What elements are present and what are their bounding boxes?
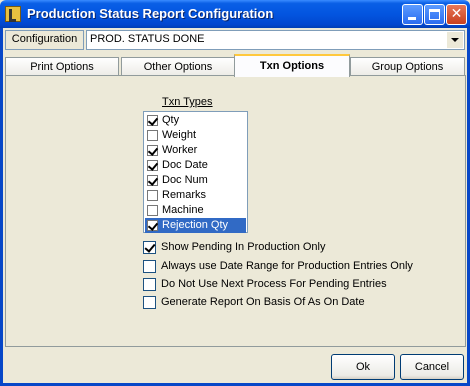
list-item-label: Doc Num bbox=[162, 174, 208, 186]
list-item-doc-num[interactable]: Doc Num bbox=[145, 173, 246, 188]
tab-strip: Print Options Other Options Txn Options … bbox=[5, 54, 465, 77]
window-title: Production Status Report Configuration bbox=[27, 6, 274, 21]
list-item-doc-date[interactable]: Doc Date bbox=[145, 158, 246, 173]
checkbox[interactable] bbox=[147, 205, 158, 216]
option-label: Always use Date Range for Production Ent… bbox=[161, 260, 413, 272]
checkbox[interactable] bbox=[147, 145, 158, 156]
configuration-value: PROD. STATUS DONE bbox=[90, 33, 205, 45]
tab-group-options[interactable]: Group Options bbox=[350, 57, 465, 76]
maximize-button[interactable] bbox=[424, 4, 445, 25]
tab-other-options[interactable]: Other Options bbox=[121, 57, 235, 76]
txn-types-heading: Txn Types bbox=[162, 96, 213, 108]
checkbox[interactable] bbox=[143, 296, 156, 309]
date-range-checkbox[interactable]: Always use Date Range for Production Ent… bbox=[143, 259, 413, 274]
ok-button[interactable]: Ok bbox=[331, 354, 395, 380]
minimize-icon bbox=[408, 17, 416, 20]
no-next-process-checkbox[interactable]: Do Not Use Next Process For Pending Entr… bbox=[143, 277, 393, 292]
txn-types-list[interactable]: Qty Weight Worker Doc Date Doc Num Remar… bbox=[143, 111, 248, 233]
minimize-button[interactable] bbox=[402, 4, 423, 25]
maximize-icon bbox=[429, 9, 440, 20]
cancel-button[interactable]: Cancel bbox=[400, 354, 464, 380]
checkbox[interactable] bbox=[147, 190, 158, 201]
checkbox[interactable] bbox=[143, 241, 156, 254]
option-label: Show Pending In Production Only bbox=[161, 241, 326, 253]
tab-print-options[interactable]: Print Options bbox=[5, 57, 119, 76]
list-item-weight[interactable]: Weight bbox=[145, 128, 246, 143]
list-item-label: Worker bbox=[162, 144, 198, 156]
list-item-qty[interactable]: Qty bbox=[145, 113, 246, 128]
list-item-label: Remarks bbox=[162, 189, 207, 201]
option-label: Generate Report On Basis Of As On Date bbox=[161, 296, 365, 308]
checkbox[interactable] bbox=[143, 260, 156, 273]
show-pending-checkbox[interactable]: Show Pending In Production Only bbox=[143, 240, 343, 255]
configuration-label: Configuration bbox=[5, 30, 84, 50]
configuration-dropdown[interactable]: PROD. STATUS DONE bbox=[86, 30, 465, 50]
list-item-machine[interactable]: Machine bbox=[145, 203, 246, 218]
list-item-label: Weight bbox=[162, 129, 197, 141]
list-item-remarks[interactable]: Remarks bbox=[145, 188, 246, 203]
window-frame-left bbox=[0, 28, 3, 386]
as-on-date-checkbox[interactable]: Generate Report On Basis Of As On Date bbox=[143, 295, 373, 310]
list-item-label: Rejection Qty bbox=[162, 219, 229, 231]
tab-txn-options[interactable]: Txn Options bbox=[234, 54, 350, 77]
list-item-label: Qty bbox=[162, 114, 180, 126]
close-button[interactable]: ✕ bbox=[446, 4, 467, 25]
checkbox[interactable] bbox=[147, 220, 158, 231]
option-label: Do Not Use Next Process For Pending Entr… bbox=[161, 278, 387, 290]
checkbox[interactable] bbox=[147, 160, 158, 171]
list-item-worker[interactable]: Worker bbox=[145, 143, 246, 158]
list-item-rejection-qty[interactable]: Rejection Qty bbox=[145, 218, 246, 233]
checkbox[interactable] bbox=[147, 130, 158, 141]
list-item-label: Machine bbox=[162, 204, 204, 216]
app-icon bbox=[5, 6, 21, 22]
title-bar[interactable]: Production Status Report Configuration ✕ bbox=[0, 0, 470, 28]
chevron-down-icon[interactable] bbox=[447, 32, 463, 48]
checkbox[interactable] bbox=[147, 175, 158, 186]
list-item-label: Doc Date bbox=[162, 159, 208, 171]
close-icon: ✕ bbox=[450, 6, 463, 22]
checkbox[interactable] bbox=[143, 278, 156, 291]
checkbox[interactable] bbox=[147, 115, 158, 126]
